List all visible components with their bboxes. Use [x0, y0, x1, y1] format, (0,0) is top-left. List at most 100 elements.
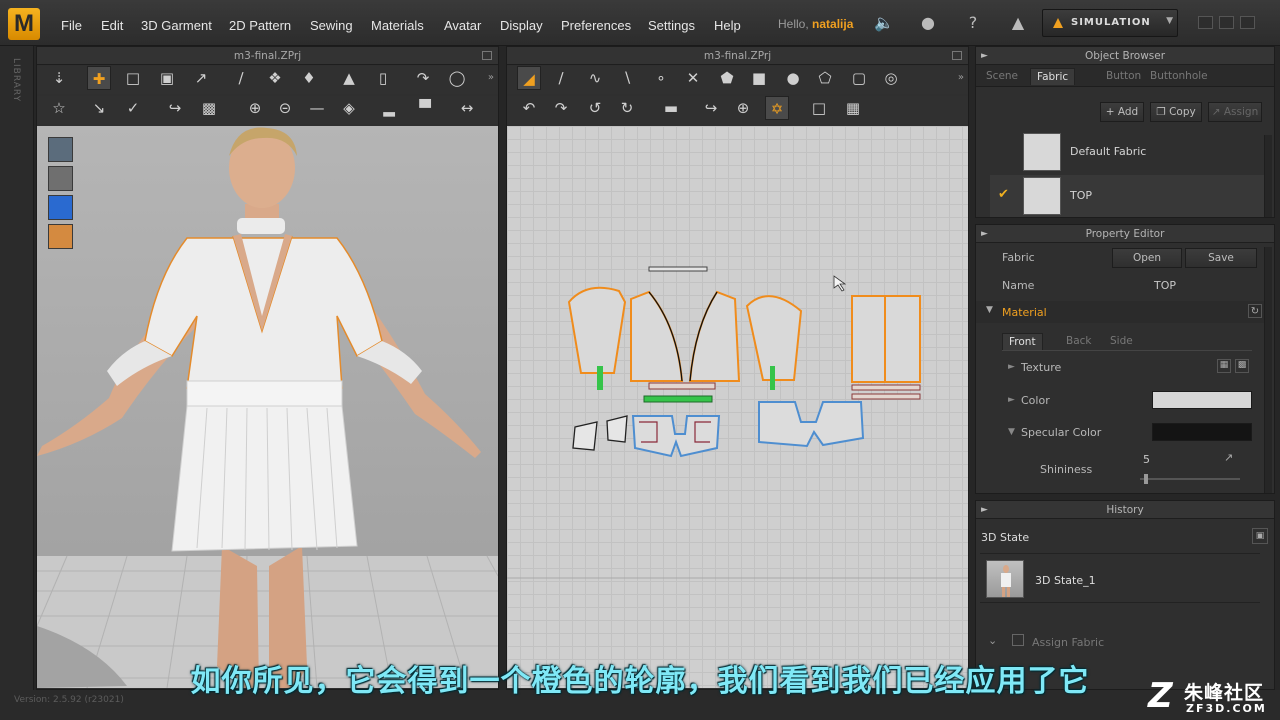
menu-avatar[interactable]: Avatar	[444, 18, 481, 33]
garment-view-icon[interactable]	[48, 137, 73, 162]
free-sew-icon[interactable]: ⊕	[731, 96, 755, 120]
pleat-icon[interactable]: ↺	[583, 96, 607, 120]
tab-front[interactable]: Front	[1002, 333, 1043, 350]
shininess-slider[interactable]	[1140, 474, 1240, 484]
pants-icon[interactable]: ▯	[371, 66, 395, 90]
mirror-icon[interactable]: □	[807, 96, 831, 120]
more-tools-icon[interactable]: »	[488, 72, 494, 83]
lock-icon[interactable]: ◈	[337, 96, 361, 120]
expand-icon[interactable]: ►	[1008, 395, 1015, 405]
popout-icon[interactable]	[482, 51, 492, 60]
brush-icon[interactable]: ❖	[263, 66, 287, 90]
shininess-value[interactable]: 5	[1143, 453, 1150, 466]
save-button[interactable]: Save	[1185, 248, 1257, 268]
user-icon[interactable]: ●	[918, 13, 938, 33]
internal-polygon-icon[interactable]: ⬠	[813, 66, 837, 90]
cut-icon[interactable]: ✕	[681, 66, 705, 90]
avatar-pose-icon[interactable]: ☆	[47, 96, 71, 120]
dart-icon[interactable]: ↻	[615, 96, 639, 120]
internal-circle-icon[interactable]: ◎	[879, 66, 903, 90]
tab-buttonhole[interactable]: Buttonhole	[1144, 68, 1214, 84]
iron-icon[interactable]: ▬	[659, 96, 683, 120]
move-down-icon[interactable]: ⇣	[47, 66, 71, 90]
edit-point-icon[interactable]: ∕	[549, 66, 573, 90]
button-icon[interactable]: ⊕	[243, 96, 267, 120]
internal-rect-icon[interactable]: ▢	[847, 66, 871, 90]
tab-scene[interactable]: Scene	[980, 68, 1024, 84]
edit-curve-icon[interactable]: ∿	[583, 66, 607, 90]
chevron-down-icon[interactable]: ▼	[1166, 16, 1173, 26]
camera-icon[interactable]: ▣	[1252, 528, 1268, 544]
menu-3d-garment[interactable]: 3D Garment	[141, 18, 212, 33]
trash-icon[interactable]: ▩	[1235, 359, 1249, 373]
tab-side[interactable]: Side	[1104, 333, 1139, 349]
specular-color-field[interactable]	[1152, 423, 1252, 441]
material-section[interactable]: ▼ Material ↻	[976, 301, 1266, 323]
steam-icon[interactable]: ▂	[377, 96, 401, 120]
history-item[interactable]: 3D State_1	[980, 553, 1260, 603]
fold-icon[interactable]: ↘	[87, 96, 111, 120]
color-field[interactable]	[1152, 391, 1252, 409]
expand-icon[interactable]: ►	[1008, 362, 1015, 372]
line-tool-icon[interactable]: ∕	[229, 66, 253, 90]
slider-handle[interactable]	[1144, 474, 1148, 484]
simulation-button[interactable]: SIMULATION ▼	[1042, 9, 1178, 37]
popout-icon[interactable]	[952, 51, 962, 60]
garment-icon[interactable]: ▲	[1008, 13, 1028, 33]
collapse-icon[interactable]: ▼	[1008, 427, 1015, 437]
segment-sew-icon[interactable]: ↪	[699, 96, 723, 120]
tack-icon[interactable]: ♦	[297, 66, 321, 90]
pin-icon[interactable]: ↗	[189, 66, 213, 90]
avatar-view-icon[interactable]	[48, 166, 73, 191]
menu-settings[interactable]: Settings	[648, 18, 695, 33]
menu-display[interactable]: Display	[500, 18, 543, 33]
expand-icon[interactable]: ►	[981, 501, 988, 519]
measure-icon[interactable]: ▀	[413, 96, 437, 120]
expand-icon[interactable]: ►	[981, 225, 988, 243]
curvature-icon[interactable]: ∘	[649, 66, 673, 90]
open-button[interactable]: Open	[1112, 248, 1182, 268]
tab-back[interactable]: Back	[1060, 333, 1098, 349]
arrow-icon[interactable]: ↔	[455, 96, 479, 120]
curve-icon[interactable]: ↷	[411, 66, 435, 90]
menu-preferences[interactable]: Preferences	[561, 18, 631, 33]
add-point-icon[interactable]: ∖	[615, 66, 639, 90]
maximize-button[interactable]	[1219, 16, 1234, 29]
menu-materials[interactable]: Materials	[371, 18, 424, 33]
check-sew-icon[interactable]: ✡	[765, 96, 789, 120]
menu-file[interactable]: File	[61, 18, 82, 33]
scale-icon[interactable]: ▣	[155, 66, 179, 90]
viewport-2d[interactable]	[507, 126, 968, 688]
stitch-icon[interactable]: ✓	[121, 96, 145, 120]
help-icon[interactable]: ?	[963, 13, 983, 33]
pattern-icon[interactable]: ▩	[197, 96, 221, 120]
skin-view-icon[interactable]	[48, 224, 73, 249]
assign-fabric-button[interactable]: ↗ Assign	[1208, 102, 1262, 122]
seam-icon[interactable]: ↪	[163, 96, 187, 120]
viewport-3d[interactable]	[37, 126, 498, 688]
name-value[interactable]: TOP	[1154, 279, 1176, 292]
menu-2d-pattern[interactable]: 2D Pattern	[229, 18, 291, 33]
assign-fabric-label[interactable]: Assign Fabric	[1032, 636, 1104, 649]
library-strip[interactable]: LIBRARY	[0, 46, 34, 690]
fabric-item-default[interactable]: Default Fabric	[990, 131, 1266, 173]
minimize-button[interactable]	[1198, 16, 1213, 29]
menu-edit[interactable]: Edit	[101, 18, 123, 33]
object-browser-scrollbar[interactable]	[1264, 135, 1272, 217]
menu-help[interactable]: Help	[714, 18, 741, 33]
close-button[interactable]	[1240, 16, 1255, 29]
property-editor-scrollbar[interactable]	[1264, 247, 1272, 493]
speaker-icon[interactable]: 🔈	[874, 13, 894, 33]
offset-icon[interactable]: ↷	[549, 96, 573, 120]
rectangle-icon[interactable]: ■	[747, 66, 771, 90]
tab-button[interactable]: Button	[1100, 68, 1147, 84]
more-tools-icon[interactable]: »	[958, 72, 964, 83]
buttonhole-icon[interactable]: ⊝	[273, 96, 297, 120]
tab-fabric[interactable]: Fabric	[1030, 68, 1076, 85]
polygon-icon[interactable]: ⬟	[715, 66, 739, 90]
zipper-icon[interactable]: —	[305, 96, 329, 120]
add-fabric-button[interactable]: + Add	[1100, 102, 1144, 122]
circle-icon[interactable]: ●	[781, 66, 805, 90]
fabric-item-top[interactable]: ✔ TOP	[990, 175, 1266, 217]
transform-icon[interactable]: ✚	[87, 66, 111, 90]
